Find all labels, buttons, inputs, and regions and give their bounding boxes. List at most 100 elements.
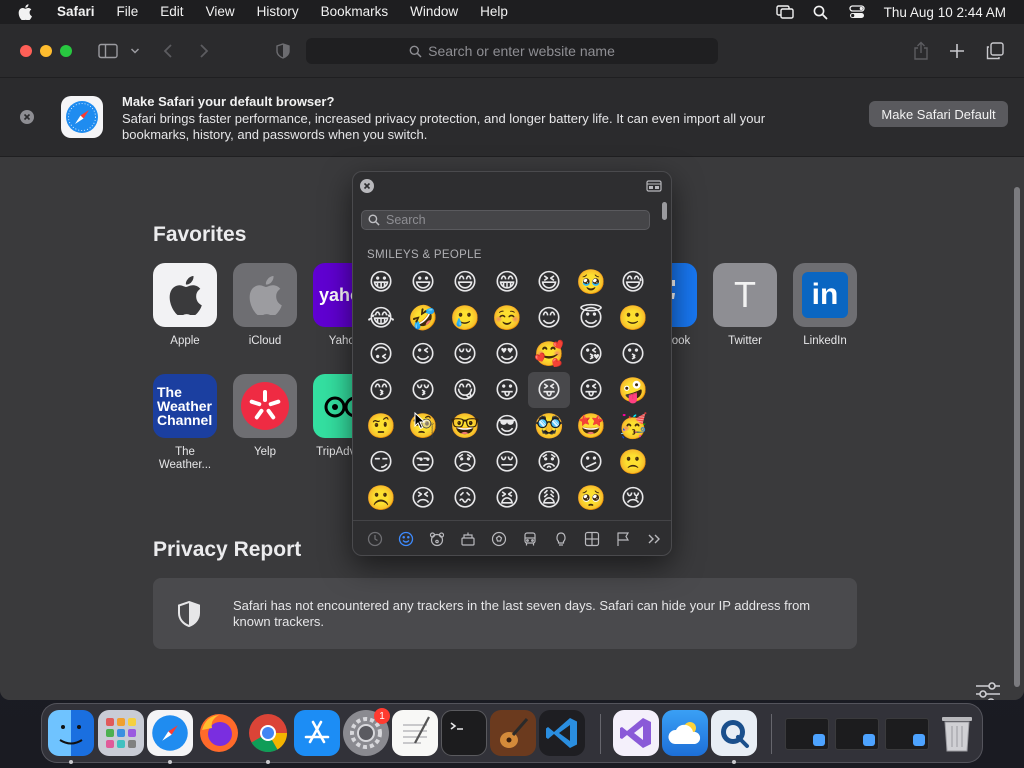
emoji-cell[interactable]: 😢	[612, 480, 654, 516]
emoji-cell[interactable]: 🤓	[444, 408, 486, 444]
weather-cloud-icon[interactable]	[662, 710, 708, 756]
finder-icon[interactable]	[48, 710, 94, 756]
share-icon[interactable]	[912, 40, 930, 62]
emoji-cell[interactable]: 🥸	[528, 408, 570, 444]
sidebar-toggle-icon[interactable]	[97, 40, 119, 62]
emoji-cell[interactable]: 🥳	[612, 408, 654, 444]
emoji-cell[interactable]: 😀	[360, 264, 402, 300]
emoji-cell[interactable]: 🙂	[612, 300, 654, 336]
emoji-cell[interactable]: 🥰	[528, 336, 570, 372]
sliders-icon[interactable]	[974, 682, 1002, 700]
emoji-cell[interactable]: 😗	[612, 336, 654, 372]
emoji-cell[interactable]: 😍	[486, 336, 528, 372]
visual-studio-icon[interactable]	[613, 710, 659, 756]
emoji-cell[interactable]: 😣	[402, 480, 444, 516]
minimized-window-thumbnail[interactable]	[785, 718, 829, 750]
menu-edit[interactable]: Edit	[149, 0, 194, 24]
emoji-cell[interactable]: 😔	[486, 444, 528, 480]
emoji-cell[interactable]: 🥲	[444, 300, 486, 336]
tab-overview-icon[interactable]	[985, 40, 1005, 62]
emoji-cell[interactable]: 😝	[528, 372, 570, 408]
menu-window[interactable]: Window	[399, 0, 469, 24]
emoji-cell[interactable]: 😁	[486, 264, 528, 300]
favorite-twitter[interactable]: T Twitter	[710, 263, 780, 348]
minimized-window-thumbnail[interactable]	[835, 718, 879, 750]
page-scrollbar[interactable]	[1014, 187, 1020, 687]
emoji-cell[interactable]: 😘	[570, 336, 612, 372]
menu-history[interactable]: History	[246, 0, 310, 24]
close-window-button[interactable]	[20, 45, 32, 57]
emoji-cell[interactable]: 😋	[444, 372, 486, 408]
emoji-cell[interactable]: 😫	[486, 480, 528, 516]
screen-mirroring-icon[interactable]	[775, 3, 794, 21]
url-search-field[interactable]: Search or enter website name	[306, 38, 718, 64]
zoom-window-button[interactable]	[60, 45, 72, 57]
animals-bear-icon[interactable]	[427, 529, 447, 549]
forward-arrow-icon[interactable]	[196, 40, 212, 62]
emoji-cell[interactable]: 😒	[402, 444, 444, 480]
emoji-cell[interactable]: 😕	[570, 444, 612, 480]
favorite-apple[interactable]: Apple	[150, 263, 220, 348]
chrome-icon[interactable]	[245, 710, 291, 756]
emoji-cell[interactable]: 😃	[402, 264, 444, 300]
more-chevrons-icon[interactable]	[644, 529, 664, 549]
emoji-cell[interactable]: 😏	[360, 444, 402, 480]
emoji-cell[interactable]: 😄	[444, 264, 486, 300]
emoji-cell[interactable]: 😚	[402, 372, 444, 408]
favorite-weather-channel[interactable]: The Weather Channel The Weather...	[150, 374, 220, 472]
symbols-grid-icon[interactable]	[582, 529, 602, 549]
emoji-search-field[interactable]: Search	[361, 210, 650, 230]
menu-bookmarks[interactable]: Bookmarks	[310, 0, 400, 24]
apple-menu-icon[interactable]	[18, 4, 34, 20]
menu-file[interactable]: File	[106, 0, 150, 24]
emoji-cell[interactable]: 🤣	[402, 300, 444, 336]
emoji-cell[interactable]: 😊	[528, 300, 570, 336]
trash-icon[interactable]	[934, 710, 980, 756]
close-banner-icon[interactable]	[20, 110, 34, 124]
emoji-cell[interactable]: 🙁	[612, 444, 654, 480]
minimize-window-button[interactable]	[40, 45, 52, 57]
emoji-cell[interactable]: 😙	[360, 372, 402, 408]
privacy-shield-icon[interactable]	[274, 40, 292, 62]
emoji-cell[interactable]: 😅	[612, 264, 654, 300]
emoji-cell[interactable]: 😛	[486, 372, 528, 408]
launchpad-icon[interactable]	[98, 710, 144, 756]
recent-clock-icon[interactable]	[365, 529, 385, 549]
menu-app-safari[interactable]: Safari	[46, 0, 106, 24]
emoji-cell[interactable]: 😂	[360, 300, 402, 336]
character-viewer-icon[interactable]	[646, 179, 662, 193]
flags-flag-icon[interactable]	[613, 529, 633, 549]
emoji-cell[interactable]: 😆	[528, 264, 570, 300]
back-arrow-icon[interactable]	[160, 40, 176, 62]
emoji-cell[interactable]: 🥺	[570, 480, 612, 516]
activity-ball-icon[interactable]	[489, 529, 509, 549]
chevron-down-icon[interactable]	[128, 40, 142, 62]
travel-car-icon[interactable]	[520, 529, 540, 549]
minimized-window-thumbnail[interactable]	[885, 718, 929, 750]
picker-scrollbar[interactable]	[662, 202, 667, 220]
emoji-cell[interactable]: 😌	[444, 336, 486, 372]
emoji-cell[interactable]: 😜	[570, 372, 612, 408]
emoji-cell[interactable]: ☹️	[360, 480, 402, 516]
emoji-cell[interactable]: 🥹	[570, 264, 612, 300]
vscode-icon[interactable]	[539, 710, 585, 756]
emoji-cell[interactable]: 🤪	[612, 372, 654, 408]
emoji-cell[interactable]: 🤩	[570, 408, 612, 444]
emoji-cell[interactable]: 😟	[528, 444, 570, 480]
app-store-icon[interactable]	[294, 710, 340, 756]
objects-lightbulb-icon[interactable]	[551, 529, 571, 549]
emoji-cell[interactable]: 🤨	[360, 408, 402, 444]
new-tab-plus-icon[interactable]	[948, 40, 966, 62]
control-center-icon[interactable]	[848, 3, 866, 21]
emoji-cell[interactable]: 😞	[444, 444, 486, 480]
menu-help[interactable]: Help	[469, 0, 519, 24]
privacy-report-card[interactable]: Safari has not encountered any trackers …	[153, 578, 857, 649]
terminal-icon[interactable]	[441, 710, 487, 756]
smileys-face-icon[interactable]	[396, 529, 416, 549]
favorite-icloud[interactable]: iCloud	[230, 263, 300, 348]
favorite-linkedin[interactable]: in LinkedIn	[790, 263, 860, 348]
menu-view[interactable]: View	[195, 0, 246, 24]
emoji-cell[interactable]: 😖	[444, 480, 486, 516]
firefox-icon[interactable]	[196, 710, 242, 756]
safari-dock-icon[interactable]	[147, 710, 193, 756]
